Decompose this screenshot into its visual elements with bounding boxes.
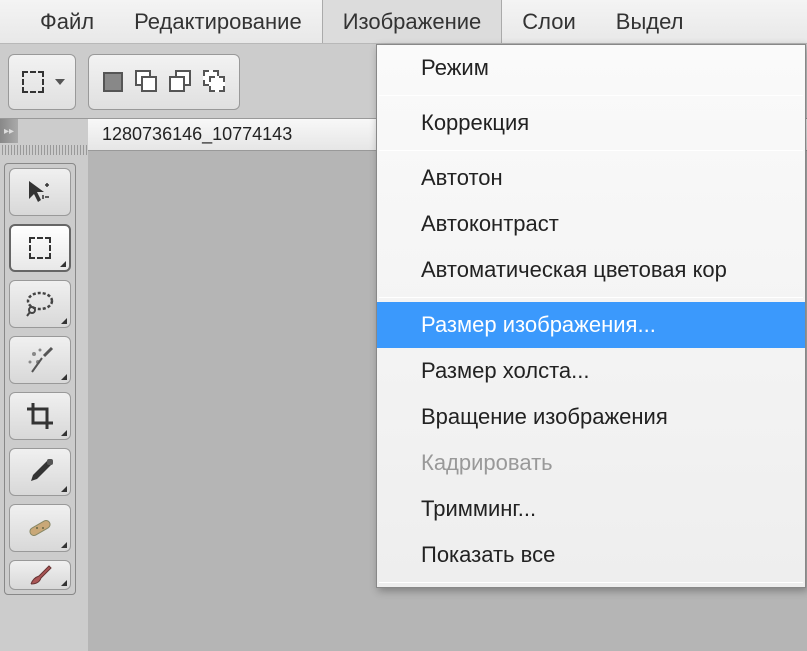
intersect-selection-icon[interactable] bbox=[201, 68, 229, 96]
brush-tool[interactable] bbox=[9, 560, 71, 590]
menu-separator bbox=[379, 297, 803, 298]
lasso-tool[interactable] bbox=[9, 280, 71, 328]
crop-tool-icon bbox=[25, 401, 55, 431]
bandage-icon bbox=[25, 513, 55, 543]
tool-palette bbox=[4, 163, 76, 595]
menu-file[interactable]: Файл bbox=[20, 0, 114, 43]
add-selection-icon[interactable] bbox=[133, 68, 161, 96]
panel-expand-icon[interactable]: ▸▸ bbox=[0, 119, 18, 143]
subtract-selection-icon[interactable] bbox=[167, 68, 195, 96]
lasso-tool-icon bbox=[24, 290, 56, 318]
move-tool-icon bbox=[25, 177, 55, 207]
menu-image-size[interactable]: Размер изображения... bbox=[377, 302, 805, 348]
eyedropper-tool[interactable] bbox=[9, 448, 71, 496]
menu-separator bbox=[379, 150, 803, 151]
menu-separator bbox=[379, 582, 803, 583]
menu-select[interactable]: Выдел bbox=[596, 0, 704, 43]
magic-wand-tool[interactable] bbox=[9, 336, 71, 384]
marquee-tool[interactable] bbox=[9, 224, 71, 272]
eyedropper-icon bbox=[25, 457, 55, 487]
menu-image[interactable]: Изображение bbox=[322, 0, 503, 43]
move-tool[interactable] bbox=[9, 168, 71, 216]
new-selection-icon[interactable] bbox=[99, 68, 127, 96]
menu-edit[interactable]: Редактирование bbox=[114, 0, 322, 43]
menu-canvas-size[interactable]: Размер холста... bbox=[377, 348, 805, 394]
panel-grip-icon[interactable] bbox=[2, 145, 88, 155]
marquee-options bbox=[8, 54, 76, 110]
magic-wand-icon bbox=[24, 344, 56, 376]
marquee-icon bbox=[19, 68, 47, 96]
selection-mode-group bbox=[88, 54, 240, 110]
menu-reveal-all[interactable]: Показать все bbox=[377, 532, 805, 578]
menu-trim[interactable]: Тримминг... bbox=[377, 486, 805, 532]
menu-layers[interactable]: Слои bbox=[502, 0, 596, 43]
chevron-down-icon[interactable] bbox=[55, 79, 65, 85]
menu-adjustments[interactable]: Коррекция bbox=[377, 100, 805, 146]
marquee-tool-icon bbox=[29, 237, 51, 259]
menu-separator bbox=[379, 95, 803, 96]
brush-icon bbox=[25, 560, 55, 590]
menu-auto-color[interactable]: Автоматическая цветовая кор bbox=[377, 247, 805, 293]
menu-crop: Кадрировать bbox=[377, 440, 805, 486]
image-menu-dropdown: Режим Коррекция Автотон Автоконтраст Авт… bbox=[376, 44, 806, 588]
menubar: Файл Редактирование Изображение Слои Выд… bbox=[0, 0, 807, 44]
healing-brush-tool[interactable] bbox=[9, 504, 71, 552]
menu-mode[interactable]: Режим bbox=[377, 45, 805, 91]
crop-tool[interactable] bbox=[9, 392, 71, 440]
menu-auto-tone[interactable]: Автотон bbox=[377, 155, 805, 201]
menu-auto-contrast[interactable]: Автоконтраст bbox=[377, 201, 805, 247]
menu-image-rotation[interactable]: Вращение изображения bbox=[377, 394, 805, 440]
